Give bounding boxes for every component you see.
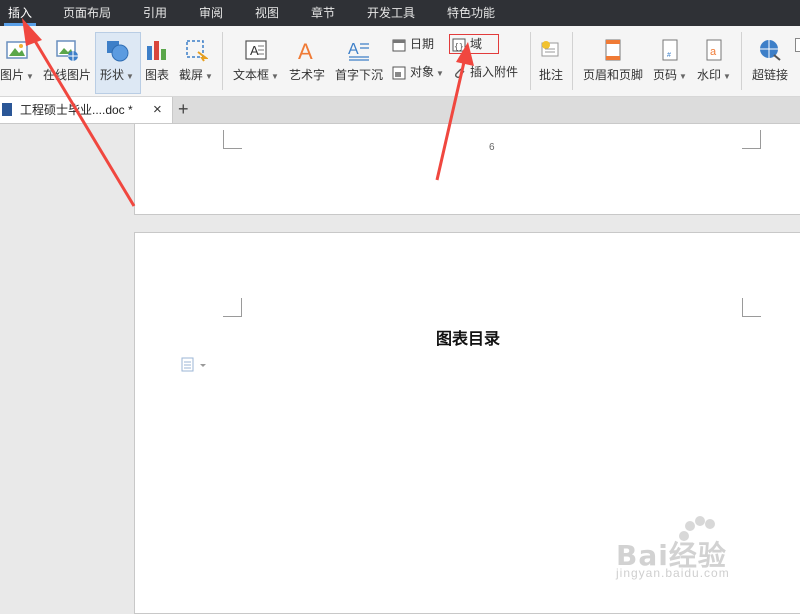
tab-developer[interactable]: 开发工具	[367, 0, 415, 26]
watermark-icon: a	[706, 39, 722, 61]
svg-text:#: #	[667, 52, 671, 59]
page-number-icon: #	[662, 39, 678, 61]
field-highlight-box	[449, 34, 499, 54]
page-number-label: 页码	[653, 68, 678, 82]
tab-references[interactable]: 引用	[143, 0, 167, 26]
header-footer-button[interactable]: 页眉和页脚	[582, 34, 644, 92]
picture-label: 图片	[0, 68, 25, 82]
date-label: 日期	[410, 37, 435, 51]
chevron-down-icon: ▼	[679, 72, 687, 81]
svg-text:a: a	[710, 46, 717, 58]
dropcap-button[interactable]: A 首字下沉	[334, 34, 384, 92]
margin-corner-mark	[223, 130, 242, 149]
header-footer-label: 页眉和页脚	[582, 68, 643, 82]
svg-text:A: A	[250, 43, 259, 58]
screenshot-label: 截屏	[179, 68, 204, 82]
tab-special-features[interactable]: 特色功能	[447, 0, 495, 26]
paperclip-icon	[455, 68, 465, 78]
chevron-down-icon: ▼	[723, 72, 731, 81]
document-tab[interactable]: 工程硕士毕业....doc * ×	[0, 97, 173, 123]
word-doc-icon	[2, 103, 12, 116]
shape-button[interactable]: 形状 ▼	[97, 34, 137, 92]
page-number: 6	[489, 142, 495, 153]
comment-button[interactable]: 批注	[536, 34, 566, 92]
ribbon-separator	[530, 32, 531, 90]
chart-button[interactable]: 图表	[141, 34, 173, 92]
header-footer-icon	[605, 39, 621, 61]
object-button[interactable]: 对象 ▼	[392, 62, 444, 82]
new-tab-button[interactable]: +	[178, 97, 189, 121]
margin-corner-mark	[223, 298, 242, 317]
screenshot-button[interactable]: 截屏 ▼	[177, 34, 215, 92]
chart-icon	[147, 41, 166, 60]
object-icon	[392, 66, 406, 80]
chart-label: 图表	[144, 68, 169, 82]
wordart-button[interactable]: A 艺术字	[288, 34, 326, 92]
date-button[interactable]: 日期	[392, 34, 434, 54]
wordart-label: 艺术字	[288, 68, 325, 82]
shape-label: 形状	[100, 68, 125, 82]
shape-icon	[107, 41, 129, 62]
picture-icon	[6, 41, 28, 59]
tab-review[interactable]: 审阅	[199, 0, 223, 26]
calendar-icon	[392, 39, 406, 52]
object-label: 对象	[410, 65, 435, 79]
insert-attachment-label: 插入附件	[470, 65, 519, 79]
textbox-icon: A	[245, 40, 267, 60]
close-icon[interactable]: ×	[153, 97, 162, 123]
textbox-label: 文本框	[233, 68, 270, 82]
ribbon-overflow[interactable]	[795, 38, 800, 52]
watermark-url: jingyan.baidu.com	[616, 566, 730, 580]
wordart-icon: A	[298, 39, 313, 62]
picture-button[interactable]: 图片 ▼	[0, 34, 34, 92]
svg-text:A: A	[348, 41, 359, 58]
insert-attachment-button[interactable]: 插入附件	[452, 62, 518, 82]
hyperlink-label: 超链接	[751, 68, 788, 82]
online-picture-label: 在线图片	[42, 68, 91, 82]
margin-corner-mark	[742, 298, 761, 317]
watermark-button[interactable]: a 水印 ▼	[696, 34, 732, 92]
online-picture-icon	[56, 40, 78, 61]
tab-section[interactable]: 章节	[311, 0, 335, 26]
svg-text:A: A	[298, 39, 313, 62]
dropcap-label: 首字下沉	[334, 68, 383, 82]
margin-corner-mark	[742, 130, 761, 149]
ribbon-separator	[572, 32, 573, 90]
chevron-down-icon: ▼	[271, 72, 279, 81]
textbox-button[interactable]: A 文本框 ▼	[232, 34, 280, 92]
comment-label: 批注	[538, 68, 563, 82]
chevron-down-icon: ▼	[26, 72, 34, 81]
tab-view[interactable]: 视图	[255, 0, 279, 26]
document-page[interactable]: 6	[134, 124, 800, 215]
page-number-button[interactable]: # 页码 ▼	[652, 34, 688, 92]
chevron-down-icon: ▼	[205, 72, 213, 81]
tab-insert[interactable]: 插入	[3, 0, 37, 26]
screenshot-icon	[186, 40, 208, 62]
document-tab-name: 工程硕士毕业....doc *	[20, 103, 133, 117]
paragraph-options-icon[interactable]	[180, 357, 208, 376]
document-heading: 图表目录	[435, 329, 500, 348]
chevron-down-icon: ▼	[436, 69, 444, 78]
menu-bar: 插入 页面布局 引用 审阅 视图 章节 开发工具 特色功能	[0, 0, 800, 26]
tab-page-layout[interactable]: 页面布局	[63, 0, 111, 26]
ribbon-separator	[741, 32, 742, 90]
document-tab-bar: 工程硕士毕业....doc * × +	[0, 97, 800, 124]
hyperlink-icon	[760, 40, 781, 61]
comment-icon	[541, 41, 559, 57]
ribbon-separator	[222, 32, 223, 90]
online-picture-button[interactable]: 在线图片	[42, 34, 92, 92]
chevron-down-icon: ▼	[126, 72, 134, 81]
hyperlink-button[interactable]: 超链接	[750, 34, 790, 92]
dropcap-icon: A	[348, 41, 369, 61]
watermark-label: 水印	[697, 68, 722, 82]
